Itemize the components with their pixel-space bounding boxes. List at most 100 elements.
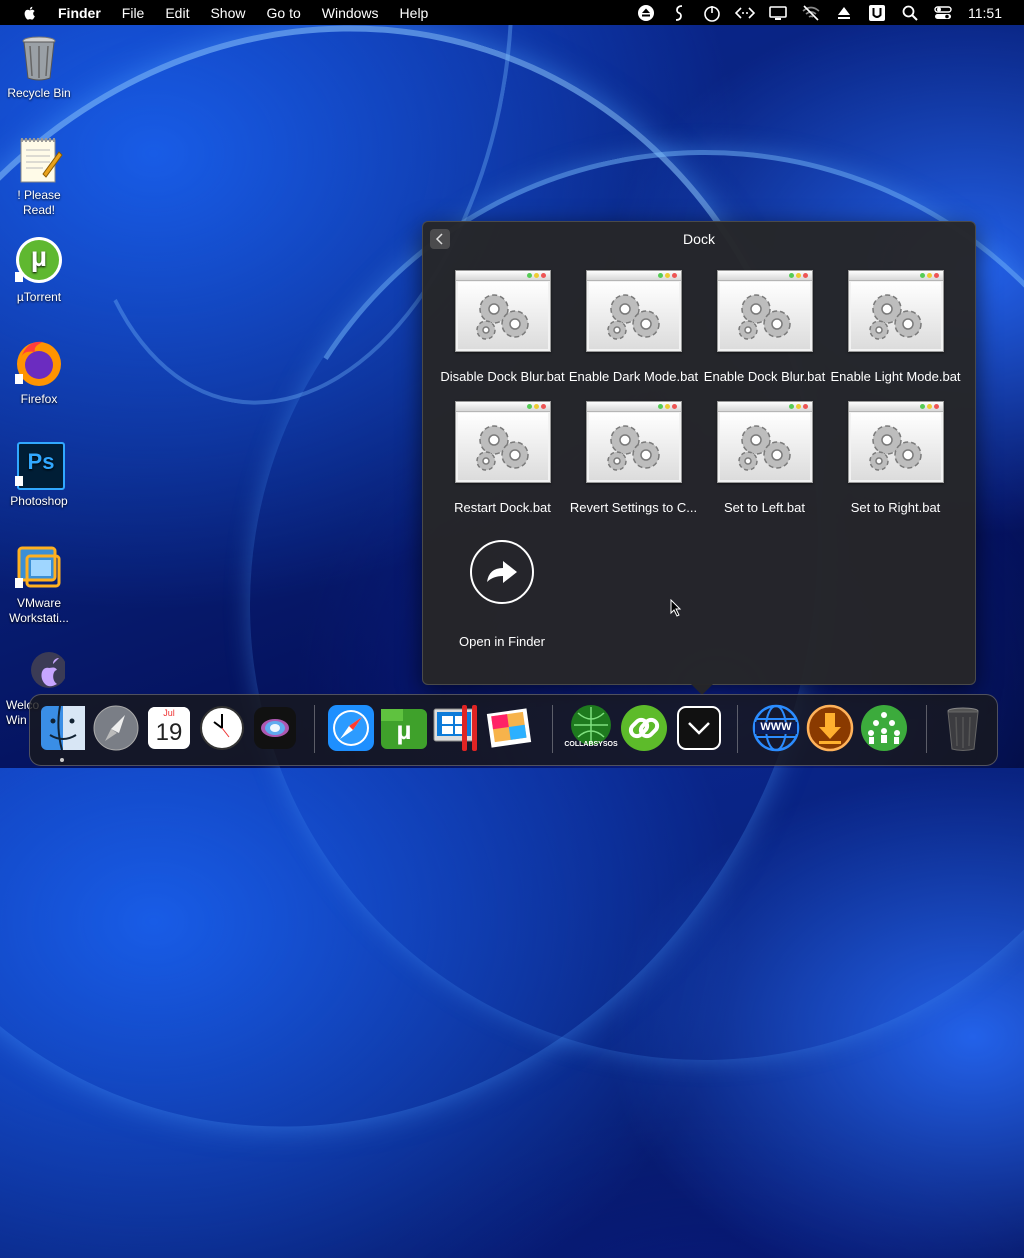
utorrent-mu-glyph: µ xyxy=(30,241,48,272)
trash-icon[interactable] xyxy=(938,703,988,753)
calendar-icon[interactable]: Jul 19 xyxy=(144,703,194,753)
dock: Jul 19 µ COLLABSYSOS WWW xyxy=(29,694,998,766)
launchpad-icon[interactable] xyxy=(91,703,141,753)
file-item[interactable]: Restart Dock.bat xyxy=(437,401,568,515)
menu-clock[interactable]: 11:51 xyxy=(968,5,1002,21)
photoshop-icon: Ps xyxy=(13,440,65,492)
file-item[interactable]: Revert Settings to C... xyxy=(568,401,699,515)
photoshop-ps-glyph: Ps xyxy=(27,449,55,474)
menu-bar: Finder File Edit Show Go to Windows Help xyxy=(0,0,1024,25)
dock-stack-popover: Dock Disable Dock Blur.bat Enable Dark M… xyxy=(422,221,976,695)
running-indicator xyxy=(60,758,64,762)
desktop-icon-label: Photoshop xyxy=(10,494,68,508)
finder-icon[interactable] xyxy=(38,703,88,762)
desktop-icon-label: Firefox xyxy=(20,392,58,406)
menu-edit[interactable]: Edit xyxy=(165,5,189,21)
siri-icon[interactable] xyxy=(250,703,300,753)
dock-separator xyxy=(737,705,738,753)
network-people-icon[interactable] xyxy=(859,703,909,753)
notepad-icon xyxy=(13,134,65,186)
bat-file-icon xyxy=(716,270,813,352)
download-icon[interactable] xyxy=(805,703,855,753)
calendar-day: 19 xyxy=(155,719,183,746)
desktop-icon-utorrent[interactable]: µ µTorrent xyxy=(0,236,78,305)
code-arrows-icon[interactable] xyxy=(734,4,756,22)
shortcut-arrow-icon xyxy=(15,374,23,384)
shortcut-arrow-icon xyxy=(15,476,23,486)
display-icon[interactable] xyxy=(767,4,789,22)
trash-icon xyxy=(13,32,65,84)
firefox-icon xyxy=(13,338,65,390)
desktop-icon-label: Recycle Bin xyxy=(7,86,71,100)
photos-icon[interactable] xyxy=(485,703,535,753)
vmware-icon xyxy=(13,542,65,594)
desktop-icon-label: VMware Workstati... xyxy=(9,596,69,625)
file-item[interactable]: Enable Dark Mode.bat xyxy=(568,270,699,384)
file-name: Disable Dock Blur.bat xyxy=(440,369,565,384)
dock-separator xyxy=(314,705,315,753)
file-item[interactable]: Set to Left.bat xyxy=(699,401,830,515)
menu-file[interactable]: File xyxy=(122,5,145,21)
bat-file-icon xyxy=(454,270,551,352)
shortcut-arrow-icon xyxy=(15,272,23,282)
www-globe-icon[interactable]: WWW xyxy=(751,703,801,753)
utorrent-icon[interactable]: µ xyxy=(379,703,429,753)
apple-welcome-icon xyxy=(13,644,67,696)
open-in-finder-button[interactable]: Open in Finder xyxy=(429,540,575,649)
search-icon[interactable] xyxy=(899,4,921,22)
menu-help[interactable]: Help xyxy=(400,5,429,21)
collabsysos-icon[interactable]: COLLABSYSOS xyxy=(564,703,618,753)
collabsysos-label: COLLABSYSOS xyxy=(564,741,618,748)
upload-triangle-icon[interactable] xyxy=(833,4,855,22)
safari-icon[interactable] xyxy=(326,703,376,753)
forward-arrow-icon xyxy=(470,540,534,604)
desktop-icon-firefox[interactable]: Firefox xyxy=(0,338,78,407)
file-item[interactable]: Enable Light Mode.bat xyxy=(830,270,961,384)
windows-bootcamp-icon[interactable] xyxy=(432,703,482,753)
stack-title: Dock xyxy=(683,231,715,247)
utorrent-icon: µ xyxy=(13,236,65,288)
desktop-icon-please-read[interactable]: ! Please Read! xyxy=(0,134,78,218)
file-name: Set to Right.bat xyxy=(850,500,941,515)
file-name: Revert Settings to C... xyxy=(569,500,698,515)
power-timer-icon[interactable] xyxy=(701,4,723,22)
menu-go-to[interactable]: Go to xyxy=(267,5,301,21)
bat-file-icon xyxy=(716,401,813,483)
bat-file-icon xyxy=(585,401,682,483)
file-name: Enable Dock Blur.bat xyxy=(703,369,826,384)
link-icon[interactable] xyxy=(619,703,669,753)
desktop-icon-label: µTorrent xyxy=(16,290,62,304)
menu-show[interactable]: Show xyxy=(210,5,245,21)
shortcut-arrow-icon xyxy=(15,578,23,588)
script-s-icon[interactable] xyxy=(668,4,690,22)
desktop-icon-vmware[interactable]: VMware Workstati... xyxy=(0,542,78,626)
desktop-icon-label: ! Please Read! xyxy=(17,188,61,217)
file-item[interactable]: Enable Dock Blur.bat xyxy=(699,270,830,384)
open-in-finder-label: Open in Finder xyxy=(459,634,545,649)
bat-file-icon xyxy=(847,270,944,352)
file-item[interactable]: Disable Dock Blur.bat xyxy=(437,270,568,384)
file-name: Enable Light Mode.bat xyxy=(830,369,961,384)
bat-file-icon xyxy=(454,401,551,483)
u-box-icon[interactable] xyxy=(866,4,888,22)
file-name: Enable Dark Mode.bat xyxy=(568,369,699,384)
dock-separator xyxy=(926,705,927,753)
menu-windows[interactable]: Windows xyxy=(322,5,379,21)
file-item[interactable]: Set to Right.bat xyxy=(830,401,961,515)
wifi-off-icon[interactable] xyxy=(800,4,822,22)
bat-file-icon xyxy=(847,401,944,483)
dock-separator xyxy=(552,705,553,753)
eject-icon[interactable] xyxy=(635,4,657,22)
downloads-stack-icon[interactable] xyxy=(674,703,724,753)
control-center-icon[interactable] xyxy=(932,4,954,22)
bat-file-icon xyxy=(585,270,682,352)
clock-icon[interactable] xyxy=(197,703,247,753)
utorrent-mu-glyph: µ xyxy=(396,715,412,745)
desktop-icon-recycle-bin[interactable]: Recycle Bin xyxy=(0,32,78,101)
apple-menu-icon[interactable] xyxy=(22,5,38,21)
status-area: 11:51 xyxy=(624,0,1024,25)
menu-app-name[interactable]: Finder xyxy=(58,5,101,21)
mouse-cursor-icon xyxy=(670,599,682,617)
calendar-month: Jul xyxy=(148,707,190,719)
desktop-icon-photoshop[interactable]: Ps Photoshop xyxy=(0,440,78,509)
